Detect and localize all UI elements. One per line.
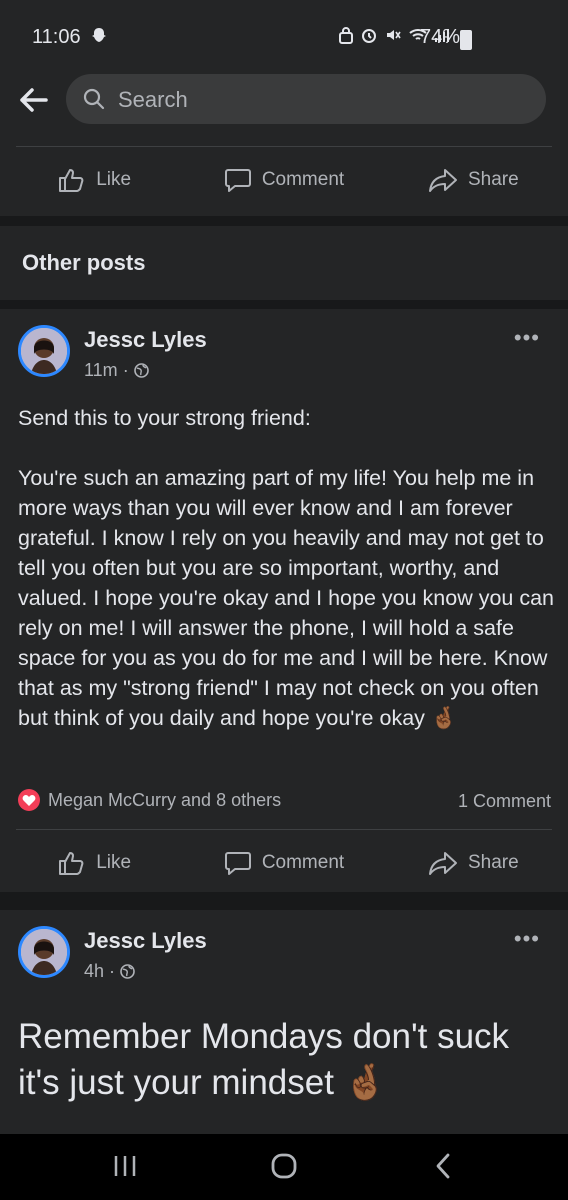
post-actions: Like Comment Share — [0, 833, 568, 893]
comment-icon — [224, 169, 251, 192]
header — [0, 72, 568, 132]
status-bar: 11:06 74% — [0, 0, 568, 72]
alarm-icon — [360, 26, 378, 50]
globe-icon — [120, 964, 135, 979]
thumbs-up-icon — [59, 169, 84, 192]
share-label: Share — [467, 169, 519, 190]
share-icon — [428, 169, 457, 192]
comment-label: Comment — [261, 852, 345, 873]
comment-count[interactable]: 1 Comment — [458, 791, 551, 812]
status-time: 11:06 — [32, 26, 81, 48]
like-label: Like — [96, 169, 132, 190]
post-text: Remember Mondays don't suck it's just yo… — [18, 1014, 554, 1106]
avatar[interactable] — [18, 325, 70, 377]
avatar[interactable] — [18, 926, 70, 978]
reactions-text: Megan McCurry and 8 others — [48, 789, 282, 810]
more-options-button[interactable]: ••• — [514, 926, 540, 952]
post-meta: 4h · — [84, 961, 135, 982]
post-time: 11m — [84, 360, 118, 380]
share-button[interactable]: Share — [379, 150, 568, 210]
recent-apps-icon[interactable] — [112, 1152, 138, 1185]
heart-icon — [18, 789, 40, 811]
post-body: Send this to your strong friend: You're … — [18, 406, 554, 730]
comment-label: Comment — [261, 169, 345, 190]
lock-icon — [338, 26, 354, 50]
previous-post-actions: Like Comment Share — [0, 150, 568, 210]
snapchat-icon — [90, 27, 108, 50]
post-body: Remember Mondays don't suck it's just yo… — [18, 1017, 510, 1102]
post-card: Jessc Lyles 4h · ••• Remember Mondays do… — [0, 910, 568, 1134]
search-input[interactable] — [116, 74, 530, 126]
reactions-summary[interactable]: Megan McCurry and 8 others — [18, 789, 281, 811]
post-text: Send this to your strong friend: You're … — [18, 403, 554, 733]
like-button[interactable]: Like — [0, 833, 189, 893]
share-label: Share — [467, 852, 519, 873]
post-time: 4h — [84, 961, 105, 981]
globe-icon — [133, 363, 149, 378]
like-label: Like — [96, 852, 132, 873]
section-title: Other posts — [22, 250, 146, 275]
author-name[interactable]: Jessc Lyles — [84, 928, 207, 954]
post-emoji: 🤞🏾 — [343, 1063, 388, 1102]
post-meta: 11m · — [84, 360, 149, 381]
mute-icon — [384, 26, 402, 50]
search-bar[interactable] — [66, 74, 546, 126]
like-button[interactable]: Like — [0, 150, 189, 210]
battery-icon — [460, 30, 472, 50]
more-options-button[interactable]: ••• — [514, 325, 540, 351]
share-button[interactable]: Share — [379, 833, 568, 893]
post-card: Jessc Lyles 11m · ••• Send this to your … — [0, 309, 568, 892]
comment-icon — [224, 852, 251, 875]
thumbs-up-icon — [59, 852, 84, 875]
previous-post-card: Like Comment Share — [0, 132, 568, 216]
battery-percent: 74% — [419, 26, 460, 48]
comment-button[interactable]: Comment — [189, 833, 378, 893]
comment-button[interactable]: Comment — [189, 150, 378, 210]
other-posts-header: Other posts — [0, 226, 568, 300]
author-name[interactable]: Jessc Lyles — [84, 327, 207, 353]
post-emoji: 🤞🏾 — [430, 706, 458, 730]
search-icon — [82, 87, 106, 116]
divider — [16, 146, 552, 147]
home-icon[interactable] — [270, 1152, 298, 1185]
back-arrow-icon[interactable] — [14, 80, 54, 120]
back-icon[interactable] — [432, 1152, 454, 1185]
system-nav-bar — [0, 1134, 568, 1200]
share-icon — [428, 852, 457, 875]
divider — [16, 829, 552, 830]
